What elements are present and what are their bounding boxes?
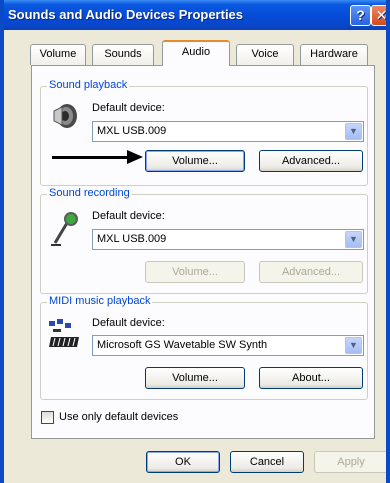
tab-panel: Sound playback Default device: MXL USB.0… bbox=[31, 65, 375, 439]
window-title: Sounds and Audio Devices Properties bbox=[8, 7, 244, 22]
playback-volume-button[interactable]: Volume... bbox=[145, 150, 245, 172]
playback-device-value: MXL USB.009 bbox=[97, 125, 167, 137]
chevron-down-icon[interactable]: ▼ bbox=[345, 337, 362, 354]
speaker-icon bbox=[53, 104, 77, 128]
close-button[interactable]: ✕ bbox=[371, 5, 386, 26]
playback-default-label: Default device: bbox=[92, 102, 165, 114]
recording-default-label: Default device: bbox=[92, 210, 165, 222]
sound-playback-group: Sound playback Default device: MXL USB.0… bbox=[40, 79, 368, 186]
annotation-arrow-line bbox=[52, 156, 132, 159]
use-default-devices-checkbox[interactable] bbox=[41, 411, 54, 424]
midi-volume-button[interactable]: Volume... bbox=[145, 367, 245, 389]
midi-keyboard-icon bbox=[49, 319, 79, 347]
cancel-button[interactable]: Cancel bbox=[230, 451, 304, 473]
recording-advanced-button[interactable]: Advanced... bbox=[259, 261, 363, 283]
recording-device-select[interactable]: MXL USB.009 ▼ bbox=[92, 229, 364, 250]
apply-button[interactable]: Apply bbox=[314, 451, 386, 473]
tab-voice[interactable]: Voice bbox=[236, 44, 294, 65]
midi-playback-group: MIDI music playback Default device: Micr… bbox=[40, 295, 368, 400]
use-default-devices-label[interactable]: Use only default devices bbox=[59, 411, 178, 423]
midi-device-value: Microsoft GS Wavetable SW Synth bbox=[97, 339, 268, 351]
microphone-icon bbox=[51, 212, 78, 246]
ok-button[interactable]: OK bbox=[146, 451, 220, 473]
annotation-arrow-head bbox=[127, 150, 143, 164]
tab-strip: Volume Sounds Audio Voice Hardware bbox=[30, 40, 380, 66]
tab-hardware[interactable]: Hardware bbox=[300, 44, 368, 65]
sound-playback-title: Sound playback bbox=[47, 79, 130, 91]
chevron-down-icon[interactable]: ▼ bbox=[345, 123, 362, 140]
sound-recording-title: Sound recording bbox=[47, 187, 132, 199]
dialog-window: Sounds and Audio Devices Properties ? ✕ … bbox=[0, 0, 390, 483]
tab-audio[interactable]: Audio bbox=[162, 40, 230, 66]
midi-default-label: Default device: bbox=[92, 317, 165, 329]
midi-device-select[interactable]: Microsoft GS Wavetable SW Synth ▼ bbox=[92, 335, 364, 356]
sound-recording-group: Sound recording Default device: MXL USB.… bbox=[40, 187, 368, 294]
tab-sounds[interactable]: Sounds bbox=[92, 44, 154, 65]
chevron-down-icon[interactable]: ▼ bbox=[345, 231, 362, 248]
recording-volume-button[interactable]: Volume... bbox=[145, 261, 245, 283]
midi-playback-title: MIDI music playback bbox=[47, 295, 153, 307]
title-bar[interactable]: Sounds and Audio Devices Properties ? ✕ bbox=[4, 0, 386, 30]
playback-device-select[interactable]: MXL USB.009 ▼ bbox=[92, 121, 364, 142]
playback-advanced-button[interactable]: Advanced... bbox=[259, 150, 363, 172]
midi-about-button[interactable]: About... bbox=[259, 367, 363, 389]
help-button[interactable]: ? bbox=[350, 5, 371, 26]
recording-device-value: MXL USB.009 bbox=[97, 233, 167, 245]
tab-volume[interactable]: Volume bbox=[30, 44, 86, 65]
